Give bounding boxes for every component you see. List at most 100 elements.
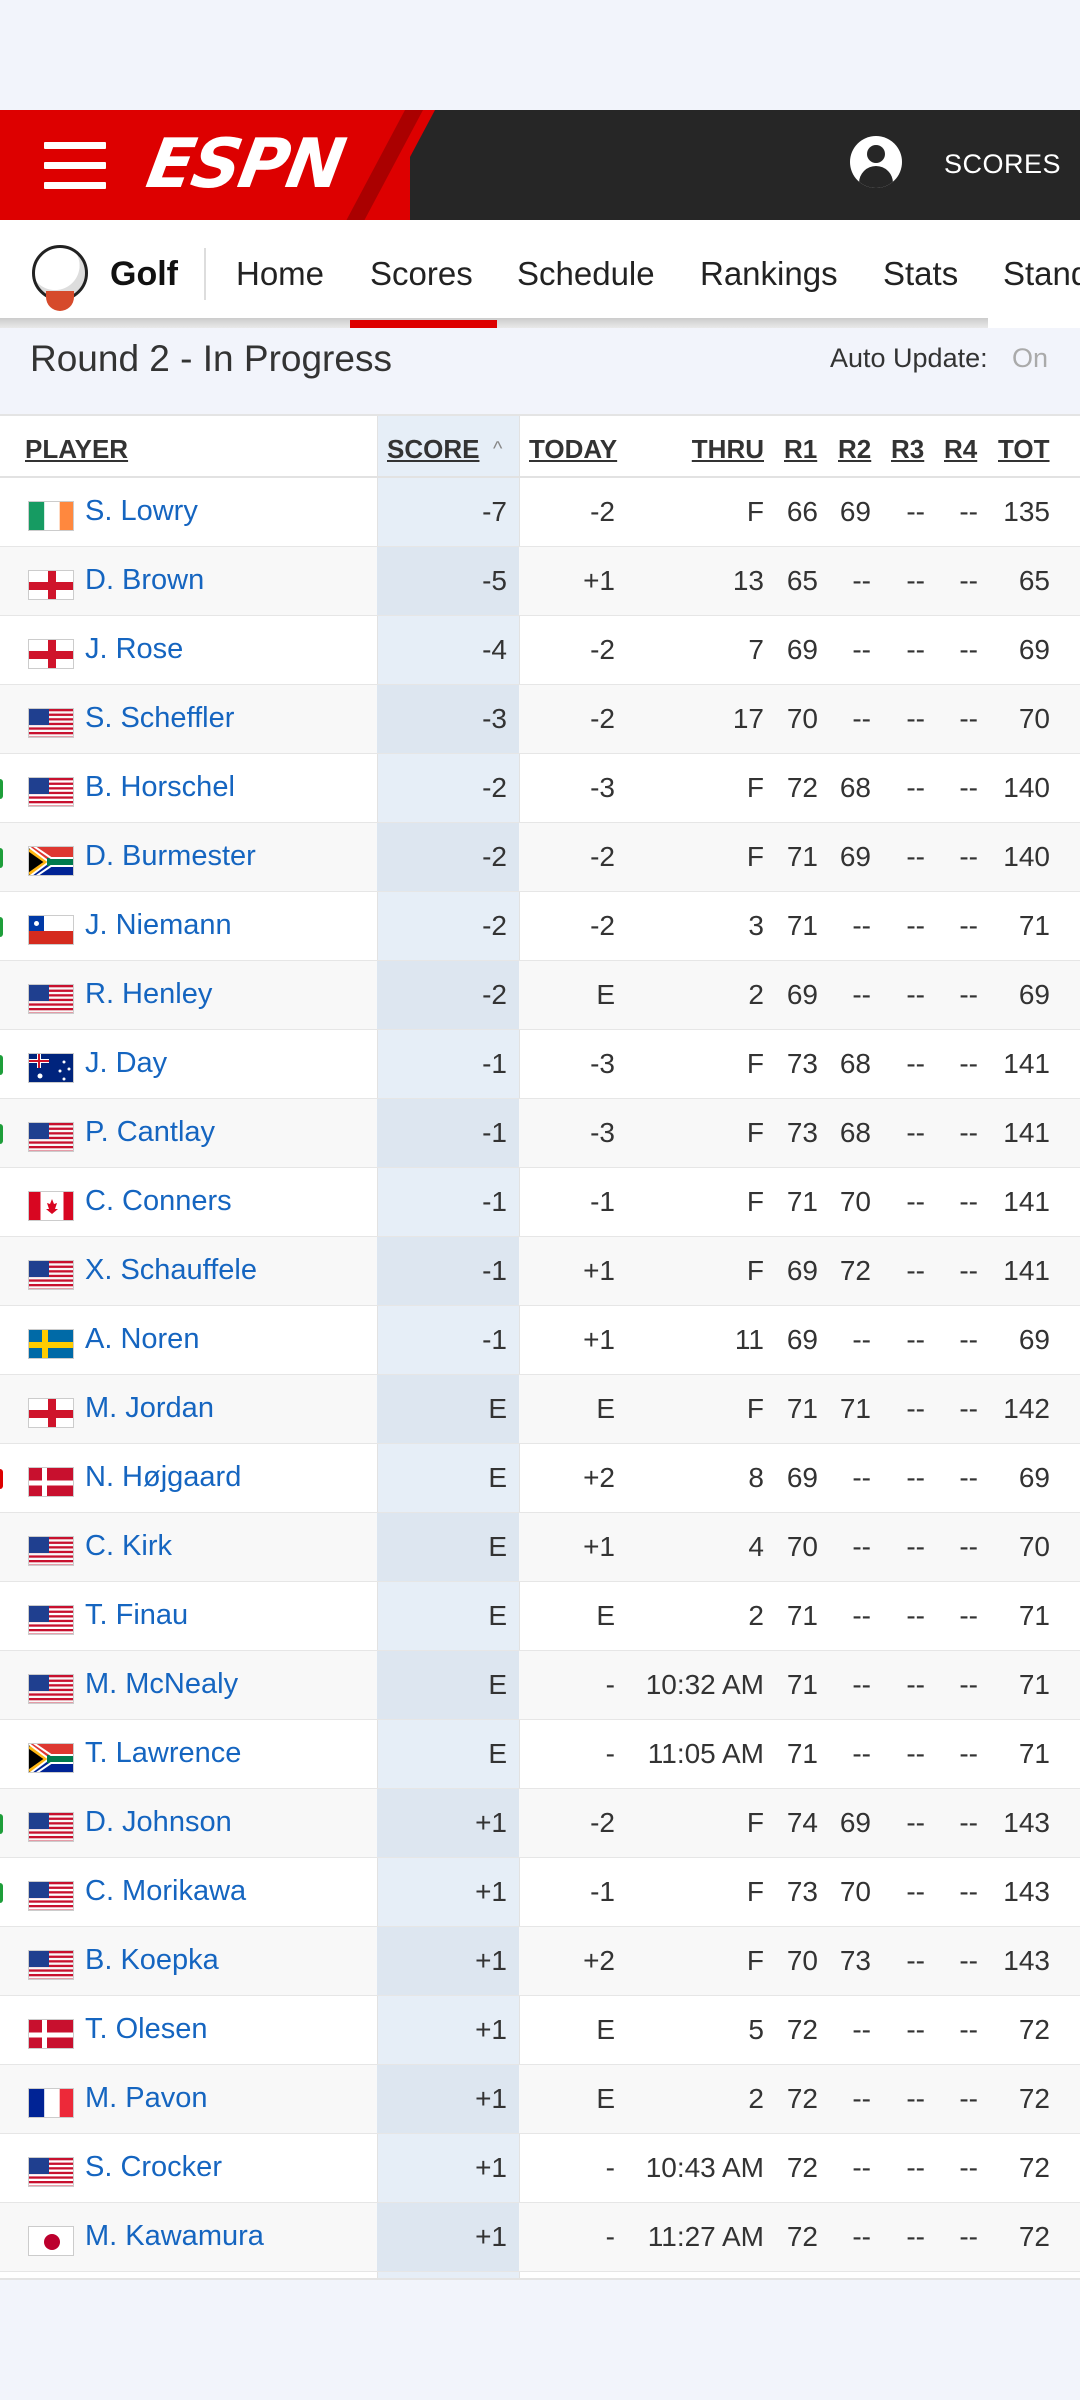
player-name-link[interactable]: S. Crocker [85, 2151, 222, 2184]
r2-value: -- [852, 2014, 871, 2045]
hamburger-menu-icon[interactable] [44, 142, 106, 190]
table-row[interactable]: C. Morikawa +1 -1 F 73 70 -- -- 143 [0, 1858, 1080, 1927]
player-name-link[interactable]: M. Jordan [85, 1392, 214, 1425]
table-row[interactable]: A. Noren -1 +1 11 69 -- -- -- 69 [0, 1306, 1080, 1375]
scores-link[interactable]: SCORES [944, 149, 1061, 180]
player-name-link[interactable]: B. Horschel [85, 771, 235, 804]
header-today[interactable]: TODAY [529, 434, 617, 465]
player-name-link[interactable]: A. Noren [85, 1323, 199, 1356]
total-value: 70 [1018, 703, 1050, 734]
table-row[interactable]: M. Kawamura +1 - 11:27 AM 72 -- -- -- 72 [0, 2203, 1080, 2272]
espn-logo[interactable]: ESPN [141, 125, 349, 204]
table-row[interactable]: S. Lowry -7 -2 F 66 69 -- -- 135 [0, 478, 1080, 547]
r1-value: 65 [786, 565, 818, 596]
header-thru[interactable]: THRU [660, 434, 764, 465]
auto-update-toggle[interactable]: On [1012, 343, 1048, 374]
nav-schedule[interactable]: Schedule [517, 255, 655, 293]
r4-value: -- [959, 565, 978, 596]
player-name-link[interactable]: M. Kawamura [85, 2220, 264, 2253]
table-row[interactable]: J. Day -1 -3 F 73 68 -- -- 141 [0, 1030, 1080, 1099]
thru-value: 8 [748, 1462, 764, 1493]
header-player[interactable]: PLAYER [25, 434, 128, 465]
player-name-link[interactable]: D. Johnson [85, 1806, 232, 1839]
table-row[interactable]: J. Rose -4 -2 7 69 -- -- -- 69 [0, 616, 1080, 685]
player-name-link[interactable]: T. Finau [85, 1599, 188, 1632]
country-flag-icon [28, 777, 74, 807]
table-row[interactable]: N. Højgaard E +2 8 69 -- -- -- 69 [0, 1444, 1080, 1513]
table-row[interactable]: M. McNealy E -10:32 AM 71 -- -- -- 71 [0, 1651, 1080, 1720]
r1-value: 73 [786, 1876, 818, 1907]
player-name-link[interactable]: S. Lowry [85, 495, 198, 528]
today-value: - [605, 2221, 615, 2252]
user-profile-icon[interactable] [850, 136, 902, 188]
sport-title[interactable]: Golf [110, 255, 178, 294]
player-name-link[interactable]: J. Niemann [85, 909, 232, 942]
table-row[interactable]: C. Kirk E +1 4 70 -- -- -- 70 [0, 1513, 1080, 1582]
table-row[interactable]: T. Lawrence E - 11:05 AM 71 -- -- -- 71 [0, 1720, 1080, 1789]
r4-value: -- [959, 1324, 978, 1355]
header-r2[interactable]: R2 [838, 434, 871, 465]
player-name-link[interactable]: M. McNealy [85, 1668, 238, 1701]
nav-rankings[interactable]: Rankings [700, 255, 838, 293]
golf-ball-icon[interactable] [32, 245, 88, 311]
r1-value: 72 [786, 2152, 818, 2183]
table-row[interactable]: R. Henley -2 E 2 69 -- -- -- 69 [0, 961, 1080, 1030]
total-value: 69 [1018, 1462, 1050, 1493]
player-name-link[interactable]: J. Day [85, 1047, 167, 1080]
table-row[interactable]: C. Conners -1 -1 F 71 70 -- -- 141 [0, 1168, 1080, 1237]
header-score[interactable]: SCORE [387, 434, 479, 465]
r4-value: -- [959, 1945, 978, 1976]
score-value: +1 [475, 1876, 507, 1907]
table-row[interactable]: X. Schauffele -1 +1 F 69 72 -- -- 141 [0, 1237, 1080, 1306]
r4-value: -- [959, 1600, 978, 1631]
player-name-link[interactable]: M. Pavon [85, 2082, 208, 2115]
table-row[interactable]: S. Scheffler -3 -2 17 70 -- -- -- 70 [0, 685, 1080, 754]
player-name-link[interactable]: T. Lawrence [85, 1737, 241, 1770]
total-value: 69 [1018, 1324, 1050, 1355]
table-row[interactable]: S. Crocker +1 -10:43 AM 72 -- -- -- 72 [0, 2134, 1080, 2203]
table-row[interactable]: B. Horschel -2 -3 F 72 68 -- -- 140 [0, 754, 1080, 823]
table-row[interactable]: J. Niemann -2 -2 3 71 -- -- -- 71 [0, 892, 1080, 961]
table-row[interactable]: M. Pavon +1 E 2 72 -- -- -- 72 [0, 2065, 1080, 2134]
table-row[interactable]: T. Finau E E 2 71 -- -- -- 71 [0, 1582, 1080, 1651]
table-row[interactable]: D. Burmester -2 -2 F 71 69 -- -- 140 [0, 823, 1080, 892]
r3-value: -- [906, 2083, 925, 2114]
player-name-link[interactable]: R. Henley [85, 978, 212, 1011]
r4-value: -- [959, 1255, 978, 1286]
player-name-link[interactable]: D. Brown [85, 564, 204, 597]
header-r1[interactable]: R1 [784, 434, 817, 465]
thru-value: F [746, 496, 764, 527]
position-change-marker [0, 848, 3, 868]
score-value: +1 [475, 1945, 507, 1976]
table-row[interactable]: B. Koepka +1 +2 F 70 73 -- -- 143 [0, 1927, 1080, 1996]
nav-standings[interactable]: Stand [1003, 255, 1080, 293]
table-row[interactable]: P. Cantlay -1 -3 F 73 68 -- -- 141 [0, 1099, 1080, 1168]
player-name-link[interactable]: D. Burmester [85, 840, 256, 873]
player-name-link[interactable]: T. Olesen [85, 2013, 208, 2046]
player-name-link[interactable]: X. Schauffele [85, 1254, 257, 1287]
player-name-link[interactable]: C. Kirk [85, 1530, 172, 1563]
player-name-link[interactable]: C. Conners [85, 1185, 232, 1218]
player-name-link[interactable]: J. Rose [85, 633, 183, 666]
nav-home[interactable]: Home [236, 255, 324, 293]
r4-value: -- [959, 1117, 978, 1148]
table-row[interactable]: T. Olesen +1 E 5 72 -- -- -- 72 [0, 1996, 1080, 2065]
r1-value: 69 [786, 634, 818, 665]
header-r4[interactable]: R4 [944, 434, 977, 465]
country-flag-icon [28, 1053, 74, 1083]
r2-value: -- [852, 703, 871, 734]
table-row[interactable]: M. Jordan E E F 71 71 -- -- 142 [0, 1375, 1080, 1444]
thru-value: 2 [748, 1600, 764, 1631]
table-row[interactable]: D. Brown -5 +1 13 65 -- -- -- 65 [0, 547, 1080, 616]
player-name-link[interactable]: P. Cantlay [85, 1116, 215, 1149]
nav-stats[interactable]: Stats [883, 255, 958, 293]
today-value: E [596, 1393, 615, 1424]
player-name-link[interactable]: C. Morikawa [85, 1875, 246, 1908]
header-r3[interactable]: R3 [891, 434, 924, 465]
nav-scores[interactable]: Scores [370, 255, 473, 293]
player-name-link[interactable]: B. Koepka [85, 1944, 219, 1977]
table-row[interactable]: D. Johnson +1 -2 F 74 69 -- -- 143 [0, 1789, 1080, 1858]
player-name-link[interactable]: S. Scheffler [85, 702, 234, 735]
player-name-link[interactable]: N. Højgaard [85, 1461, 241, 1494]
header-tot[interactable]: TOT [998, 434, 1050, 465]
